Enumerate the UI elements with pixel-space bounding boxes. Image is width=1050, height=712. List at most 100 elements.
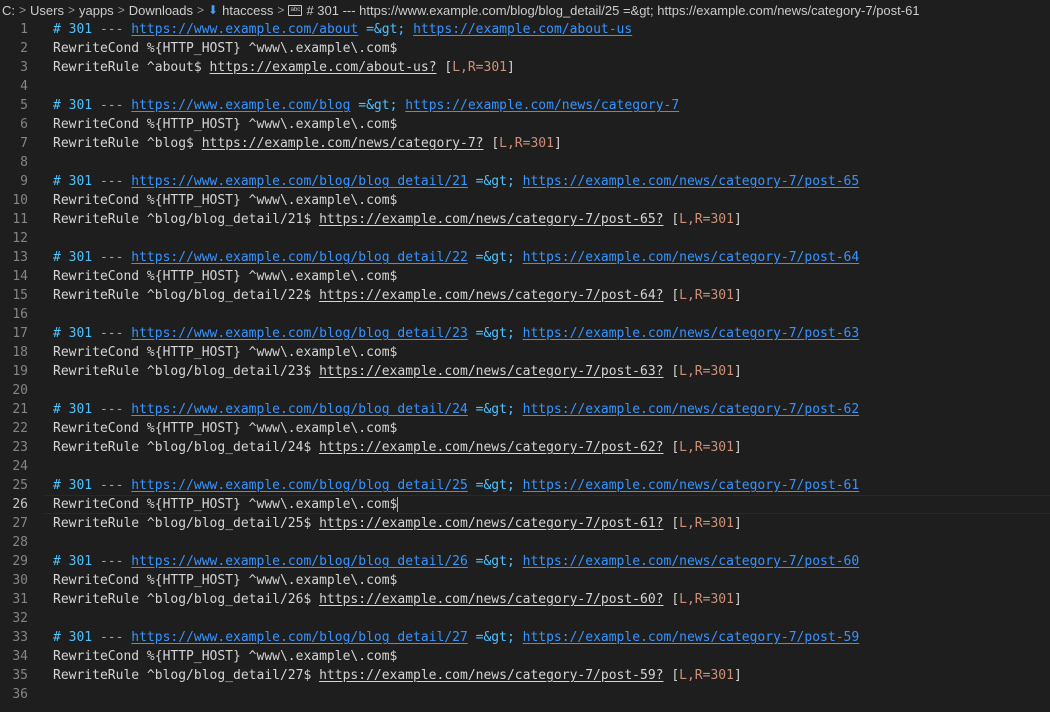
- line-content[interactable]: # 301 --- https://www.example.com/blog =…: [53, 96, 679, 115]
- rewrite-target-url[interactable]: https://example.com/news/category-7?: [202, 136, 484, 151]
- code-line[interactable]: 27 RewriteRule ^blog/blog_detail/25$ http…: [0, 514, 1050, 533]
- code-line[interactable]: 5 # 301 --- https://www.example.com/blog …: [0, 96, 1050, 115]
- line-content[interactable]: RewriteCond %{HTTP_HOST} ^www\.example\.…: [53, 647, 397, 666]
- rewrite-target-url[interactable]: https://example.com/news/category-7/post…: [319, 212, 663, 227]
- comment-source-link[interactable]: https://www.example.com/about: [131, 22, 358, 37]
- comment-target-link[interactable]: https://example.com/news/category-7/post…: [523, 326, 860, 341]
- line-content[interactable]: # 301 --- https://www.example.com/blog/b…: [53, 476, 859, 495]
- code-line[interactable]: 7 RewriteRule ^blog$ https://example.com/…: [0, 134, 1050, 153]
- code-line[interactable]: 19 RewriteRule ^blog/blog_detail/23$ http…: [0, 362, 1050, 381]
- code-line[interactable]: 12: [0, 229, 1050, 248]
- comment-source-link[interactable]: https://www.example.com/blog/blog_detail…: [131, 630, 468, 645]
- line-content[interactable]: RewriteCond %{HTTP_HOST} ^www\.example\.…: [53, 39, 397, 58]
- code-line[interactable]: 10 RewriteCond %{HTTP_HOST} ^www\.example…: [0, 191, 1050, 210]
- code-editor[interactable]: 1 # 301 --- https://www.example.com/about…: [0, 20, 1050, 704]
- line-content[interactable]: RewriteRule ^blog/blog_detail/27$ https:…: [53, 666, 742, 685]
- rewrite-flags: L,R=301: [679, 212, 734, 227]
- line-content[interactable]: # 301 --- https://www.example.com/blog/b…: [53, 628, 859, 647]
- breadcrumb-part-yapps[interactable]: yapps: [79, 3, 114, 18]
- comment-target-link[interactable]: https://example.com/news/category-7/post…: [523, 402, 860, 417]
- line-content[interactable]: RewriteCond %{HTTP_HOST} ^www\.example\.…: [53, 571, 397, 590]
- line-content[interactable]: RewriteRule ^blog/blog_detail/24$ https:…: [53, 438, 742, 457]
- line-content[interactable]: RewriteRule ^blog/blog_detail/25$ https:…: [53, 514, 742, 533]
- line-content[interactable]: RewriteCond %{HTTP_HOST} ^www\.example\.…: [53, 267, 397, 286]
- line-content[interactable]: # 301 --- https://www.example.com/blog/b…: [53, 400, 859, 419]
- comment-source-link[interactable]: https://www.example.com/blog/blog_detail…: [131, 250, 468, 265]
- line-content[interactable]: RewriteCond %{HTTP_HOST} ^www\.example\.…: [53, 343, 397, 362]
- breadcrumb-symbol[interactable]: # 301 --- https://www.example.com/blog/b…: [306, 3, 919, 18]
- line-content[interactable]: # 301 --- https://www.example.com/about …: [53, 20, 632, 39]
- line-content[interactable]: RewriteRule ^about$ https://example.com/…: [53, 58, 515, 77]
- rewrite-target-url[interactable]: https://example.com/news/category-7/post…: [319, 364, 663, 379]
- line-content[interactable]: RewriteCond %{HTTP_HOST} ^www\.example\.…: [53, 495, 399, 514]
- code-line[interactable]: 21 # 301 --- https://www.example.com/blog…: [0, 400, 1050, 419]
- rewrite-target-url[interactable]: https://example.com/news/category-7/post…: [319, 668, 663, 683]
- line-content[interactable]: RewriteRule ^blog/blog_detail/22$ https:…: [53, 286, 742, 305]
- line-number: 28: [12, 535, 28, 550]
- comment-target-link[interactable]: https://example.com/news/category-7/post…: [523, 554, 860, 569]
- comment-target-link[interactable]: https://example.com/news/category-7/post…: [523, 174, 860, 189]
- code-line[interactable]: 6 RewriteCond %{HTTP_HOST} ^www\.example\…: [0, 115, 1050, 134]
- comment-target-link[interactable]: https://example.com/news/category-7/post…: [523, 630, 860, 645]
- line-content[interactable]: RewriteRule ^blog/blog_detail/21$ https:…: [53, 210, 742, 229]
- comment-target-link[interactable]: https://example.com/news/category-7: [405, 98, 679, 113]
- code-line[interactable]: 9 # 301 --- https://www.example.com/blog/…: [0, 172, 1050, 191]
- code-line[interactable]: 35 RewriteRule ^blog/blog_detail/27$ http…: [0, 666, 1050, 685]
- rewrite-target-url[interactable]: https://example.com/about-us?: [210, 60, 437, 75]
- code-line[interactable]: 23 RewriteRule ^blog/blog_detail/24$ http…: [0, 438, 1050, 457]
- breadcrumb-part-downloads[interactable]: Downloads: [129, 3, 193, 18]
- comment-target-link[interactable]: https://example.com/news/category-7/post…: [523, 250, 860, 265]
- line-content[interactable]: # 301 --- https://www.example.com/blog/b…: [53, 552, 859, 571]
- code-line[interactable]: 29 # 301 --- https://www.example.com/blog…: [0, 552, 1050, 571]
- code-line[interactable]: 11 RewriteRule ^blog/blog_detail/21$ http…: [0, 210, 1050, 229]
- comment-target-link[interactable]: https://example.com/news/category-7/post…: [523, 478, 860, 493]
- line-content[interactable]: RewriteCond %{HTTP_HOST} ^www\.example\.…: [53, 115, 397, 134]
- code-line[interactable]: 31 RewriteRule ^blog/blog_detail/26$ http…: [0, 590, 1050, 609]
- rewrite-target-url[interactable]: https://example.com/news/category-7/post…: [319, 516, 663, 531]
- line-content[interactable]: # 301 --- https://www.example.com/blog/b…: [53, 324, 859, 343]
- rewrite-target-url[interactable]: https://example.com/news/category-7/post…: [319, 592, 663, 607]
- code-line[interactable]: 2 RewriteCond %{HTTP_HOST} ^www\.example\…: [0, 39, 1050, 58]
- code-line[interactable]: 36: [0, 685, 1050, 704]
- code-line[interactable]: 25 # 301 --- https://www.example.com/blog…: [0, 476, 1050, 495]
- code-line[interactable]: 14 RewriteCond %{HTTP_HOST} ^www\.example…: [0, 267, 1050, 286]
- rewrite-target-url[interactable]: https://example.com/news/category-7/post…: [319, 288, 663, 303]
- code-line[interactable]: 17 # 301 --- https://www.example.com/blog…: [0, 324, 1050, 343]
- line-content[interactable]: # 301 --- https://www.example.com/blog/b…: [53, 248, 859, 267]
- line-content[interactable]: RewriteRule ^blog/blog_detail/26$ https:…: [53, 590, 742, 609]
- code-line[interactable]: 13 # 301 --- https://www.example.com/blog…: [0, 248, 1050, 267]
- line-content[interactable]: RewriteRule ^blog/blog_detail/23$ https:…: [53, 362, 742, 381]
- comment-source-link[interactable]: https://www.example.com/blog/blog_detail…: [131, 402, 468, 417]
- comment-target-link[interactable]: https://example.com/about-us: [413, 22, 632, 37]
- code-line[interactable]: 4: [0, 77, 1050, 96]
- line-content[interactable]: RewriteCond %{HTTP_HOST} ^www\.example\.…: [53, 191, 397, 210]
- code-line[interactable]: 8: [0, 153, 1050, 172]
- comment-source-link[interactable]: https://www.example.com/blog/blog_detail…: [131, 174, 468, 189]
- code-line[interactable]: 1 # 301 --- https://www.example.com/about…: [0, 20, 1050, 39]
- code-line[interactable]: 22 RewriteCond %{HTTP_HOST} ^www\.example…: [0, 419, 1050, 438]
- comment-source-link[interactable]: https://www.example.com/blog: [131, 98, 350, 113]
- code-line[interactable]: 33 # 301 --- https://www.example.com/blog…: [0, 628, 1050, 647]
- code-line[interactable]: 18 RewriteCond %{HTTP_HOST} ^www\.example…: [0, 343, 1050, 362]
- comment-arrow: =&gt;: [467, 250, 523, 265]
- comment-source-link[interactable]: https://www.example.com/blog/blog_detail…: [131, 478, 468, 493]
- code-line[interactable]: 3 RewriteRule ^about$ https://example.com…: [0, 58, 1050, 77]
- comment-source-link[interactable]: https://www.example.com/blog/blog_detail…: [131, 554, 468, 569]
- code-line[interactable]: 28: [0, 533, 1050, 552]
- code-line[interactable]: 20: [0, 381, 1050, 400]
- code-line[interactable]: 34 RewriteCond %{HTTP_HOST} ^www\.example…: [0, 647, 1050, 666]
- comment-source-link[interactable]: https://www.example.com/blog/blog_detail…: [131, 326, 468, 341]
- rewrite-target-url[interactable]: https://example.com/news/category-7/post…: [319, 440, 663, 455]
- breadcrumb-drive[interactable]: C:: [2, 3, 15, 18]
- code-line[interactable]: 15 RewriteRule ^blog/blog_detail/22$ http…: [0, 286, 1050, 305]
- line-content[interactable]: # 301 --- https://www.example.com/blog/b…: [53, 172, 859, 191]
- breadcrumb-file[interactable]: htaccess: [222, 3, 273, 18]
- code-line[interactable]: 24: [0, 457, 1050, 476]
- breadcrumb-part-users[interactable]: Users: [30, 3, 64, 18]
- line-content[interactable]: RewriteCond %{HTTP_HOST} ^www\.example\.…: [53, 419, 397, 438]
- code-line[interactable]: 32: [0, 609, 1050, 628]
- code-line[interactable]: 26 RewriteCond %{HTTP_HOST} ^www\.example…: [0, 495, 1050, 514]
- code-line[interactable]: 16: [0, 305, 1050, 324]
- line-content[interactable]: RewriteRule ^blog$ https://example.com/n…: [53, 134, 562, 153]
- code-line[interactable]: 30 RewriteCond %{HTTP_HOST} ^www\.example…: [0, 571, 1050, 590]
